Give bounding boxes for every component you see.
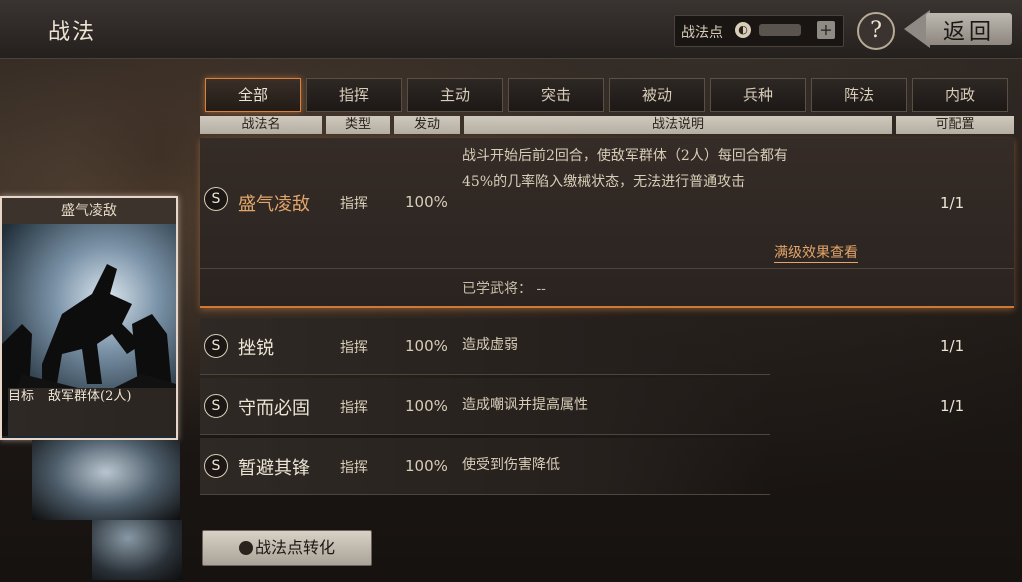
s-rank-badge: S <box>204 334 228 358</box>
tab-passive[interactable]: 被动 <box>609 78 705 112</box>
back-button[interactable]: 返回 <box>904 10 1016 48</box>
full-effect-link[interactable]: 满级效果查看 <box>774 242 858 263</box>
tab-active[interactable]: 主动 <box>407 78 503 112</box>
skill-name: 盛气凌敌 <box>238 194 310 215</box>
skill-name: 暂避其锋 <box>238 458 310 479</box>
skill-desc-line1: 战斗开始后前2回合，使敌军群体（2人）每回合都有 <box>462 148 788 164</box>
tab-assault[interactable]: 突击 <box>508 78 604 112</box>
tab-command[interactable]: 指挥 <box>306 78 402 112</box>
column-header-name[interactable]: 战法名 <box>200 116 322 134</box>
skill-rate: 100% <box>405 457 448 475</box>
s-rank-badge: S <box>204 187 228 211</box>
tab-domestic[interactable]: 内政 <box>912 78 1008 112</box>
add-points-button[interactable]: + <box>817 21 835 39</box>
help-button[interactable]: ? <box>857 12 895 50</box>
skill-type: 指挥 <box>340 340 368 356</box>
skill-list: S 盛气凌敌 指挥 100% 战斗开始后前2回合，使敌军群体（2人）每回合都有 … <box>200 138 1014 518</box>
column-header-desc: 战法说明 <box>464 116 892 134</box>
divider <box>200 268 1014 269</box>
convert-points-label: 战法点转化 <box>254 538 335 557</box>
convert-points-button[interactable]: 战法点转化 <box>202 530 372 566</box>
skill-row[interactable]: S 守而必固 指挥 100% 造成嘲讽并提高属性 <box>200 378 770 435</box>
skill-type: 指挥 <box>340 196 368 212</box>
skill-desc: 造成嘲讽并提高属性 <box>462 397 588 413</box>
skill-rate: 100% <box>405 337 448 355</box>
coin-icon: ◐ <box>735 22 751 38</box>
page-title: 战法 <box>48 20 97 45</box>
lower-battle-art-2 <box>92 520 182 580</box>
coin-icon <box>238 541 253 555</box>
card-row-target: 目标 敌军群体(2人) <box>8 388 176 436</box>
skill-card-title: 盛气凌敌 <box>2 198 176 224</box>
column-header-config[interactable]: 可配置 <box>896 116 1014 134</box>
skill-config: 1/1 <box>940 337 965 355</box>
skill-desc: 使受到伤害降低 <box>462 457 560 473</box>
tab-troop[interactable]: 兵种 <box>710 78 806 112</box>
s-rank-badge: S <box>204 394 228 418</box>
back-button-label: 返回 <box>942 20 995 45</box>
column-header-type[interactable]: 类型 <box>326 116 390 134</box>
skill-desc-line2: 45%的几率陷入缴械状态，无法进行普通攻击 <box>462 174 746 190</box>
lower-battle-art <box>32 440 180 520</box>
skill-config: 1/1 <box>940 194 965 212</box>
skill-type: 指挥 <box>340 400 368 416</box>
column-header-rate[interactable]: 发动 <box>394 116 460 134</box>
skill-type: 指挥 <box>340 460 368 476</box>
skill-name: 挫锐 <box>238 338 274 359</box>
skill-config: 1/1 <box>940 397 965 415</box>
skill-rate: 100% <box>405 397 448 415</box>
learned-generals: 已学武将： -- <box>462 281 546 297</box>
s-rank-badge: S <box>204 454 228 478</box>
top-bar: 战法 战法点 ◐ + ? 返回 <box>0 0 1022 59</box>
skill-points-label: 战法点 <box>681 25 723 41</box>
back-button-body: 返回 <box>926 13 1012 45</box>
card-value: 敌军群体(2人) <box>48 389 132 404</box>
skill-name: 守而必固 <box>238 398 310 419</box>
skill-rate: 100% <box>405 193 448 211</box>
tab-formation[interactable]: 阵法 <box>811 78 907 112</box>
tab-all[interactable]: 全部 <box>205 78 301 112</box>
skill-row[interactable]: S 暂避其锋 指挥 100% 使受到伤害降低 <box>200 438 770 495</box>
card-key: 目标 <box>8 389 35 404</box>
skill-card-art: 适用 ♞ ⛊ ✕ ➹ ⊛ 类型指挥 效果控制 目标敌军群体(2人) <box>2 224 176 436</box>
skill-row[interactable]: S 挫锐 指挥 100% 造成虚弱 <box>200 318 770 375</box>
skill-desc: 造成虚弱 <box>462 337 518 353</box>
skill-card: 盛气凌敌 适用 ♞ ⛊ ✕ ➹ ⊛ 类型指挥 效果控制 目标敌军群 <box>0 196 178 440</box>
skill-points-value <box>759 24 801 36</box>
skill-row-expanded[interactable]: S 盛气凌敌 指挥 100% 战斗开始后前2回合，使敌军群体（2人）每回合都有 … <box>200 138 1014 308</box>
skill-points-box: 战法点 ◐ + <box>674 15 844 47</box>
